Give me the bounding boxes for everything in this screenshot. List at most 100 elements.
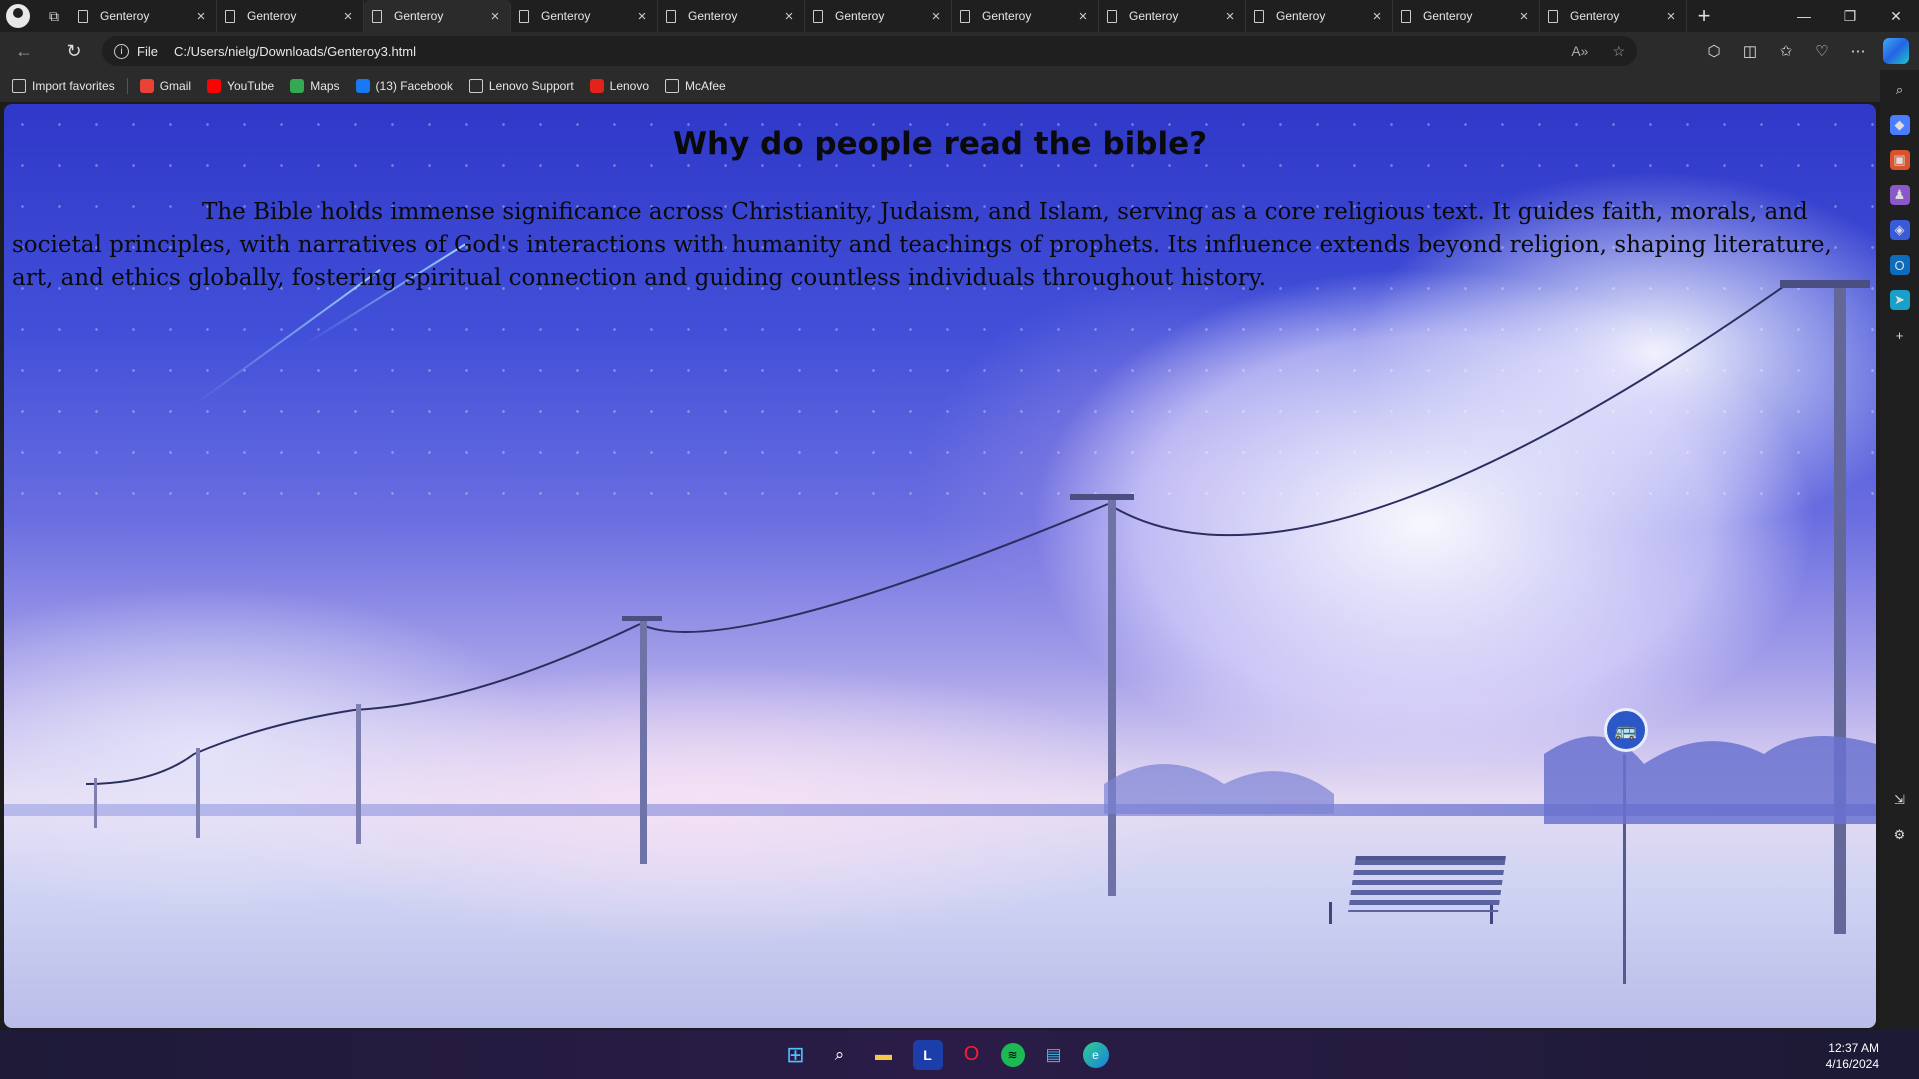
tab-title: Genteroy <box>541 9 591 23</box>
favorite-star-icon[interactable]: ☆ <box>1612 43 1625 60</box>
lenovo-icon <box>589 79 604 93</box>
close-tab-icon[interactable]: × <box>635 8 649 25</box>
page-title: Why do people read the bible? <box>672 126 1208 162</box>
taskbar-apps: ⊞ ⌕ ▬ L O ≋ ▤ e <box>781 1039 1109 1070</box>
outlook-icon[interactable]: O <box>1889 255 1910 275</box>
copilot-sidebar-icon[interactable]: ◈ <box>1889 220 1910 240</box>
notepad-icon[interactable]: ▤ <box>1039 1040 1069 1070</box>
utility-pole <box>196 748 200 838</box>
tab-title: Genteroy <box>1129 9 1179 23</box>
close-tab-icon[interactable]: × <box>488 8 502 25</box>
close-tab-icon[interactable]: × <box>1517 8 1531 25</box>
favorite-item[interactable]: (13) Facebook <box>355 79 453 93</box>
distant-waves <box>1544 736 1876 824</box>
shopping-icon[interactable]: ◆ <box>1889 115 1910 135</box>
windows-taskbar: ⊞ ⌕ ▬ L O ≋ ▤ e <box>0 1030 1919 1079</box>
copilot-icon[interactable] <box>1883 38 1909 64</box>
favorite-item[interactable]: McAfee <box>665 79 726 93</box>
system-clock[interactable]: 12:37 AM 4/16/2024 <box>1826 1040 1879 1072</box>
favorite-item[interactable]: Gmail <box>139 79 191 93</box>
browser-tab[interactable]: Genteroy × <box>364 0 511 32</box>
close-tab-icon[interactable]: × <box>1223 8 1237 25</box>
send-icon[interactable]: ➤ <box>1889 290 1910 310</box>
browser-tab[interactable]: Genteroy × <box>952 0 1099 32</box>
window-controls: — ❐ ✕ <box>1781 0 1919 32</box>
minimize-icon[interactable]: — <box>1781 0 1827 32</box>
file-explorer-icon[interactable]: ▬ <box>869 1040 899 1070</box>
page-icon <box>519 9 529 23</box>
games-icon[interactable]: ♟ <box>1889 185 1910 205</box>
favorite-item[interactable]: Lenovo <box>589 79 649 93</box>
browser-tab[interactable]: Genteroy × <box>1540 0 1687 32</box>
bus-stop-sign-icon: 🚌 <box>1604 708 1648 752</box>
search-icon[interactable]: ⌕ <box>1890 80 1910 100</box>
close-tab-icon[interactable]: × <box>1076 8 1090 25</box>
page-icon <box>1254 9 1264 23</box>
browser-tab[interactable]: Genteroy × <box>70 0 217 32</box>
favorites-icon[interactable]: ✩ <box>1769 36 1803 66</box>
extensions-icon[interactable]: ⬡ <box>1697 36 1731 66</box>
page-icon <box>1401 9 1411 23</box>
favorite-item[interactable]: Maps <box>290 79 340 93</box>
workspaces-icon[interactable]: ⧉ <box>38 0 70 32</box>
read-aloud-icon[interactable]: A» <box>1571 43 1588 60</box>
close-tab-icon[interactable]: × <box>194 8 208 25</box>
toolbar-tools: ⬡ ◫ ✩ ♡ ⋯ <box>1697 32 1909 70</box>
windows-start-icon[interactable]: ⊞ <box>781 1040 811 1070</box>
edge-sidebar: ⌕ ◆ ▣ ♟ ◈ O ➤ + ⇲ ⚙ <box>1880 70 1919 1030</box>
scheme-label: File <box>137 43 158 59</box>
tools-icon[interactable]: ▣ <box>1889 150 1910 170</box>
spotify-icon[interactable]: ≋ <box>1000 1042 1025 1067</box>
close-tab-icon[interactable]: × <box>1664 8 1678 25</box>
youtube-icon <box>207 79 222 93</box>
close-window-icon[interactable]: ✕ <box>1873 0 1919 32</box>
browser-tab[interactable]: Genteroy × <box>1246 0 1393 32</box>
favorite-item[interactable]: Lenovo Support <box>468 79 574 93</box>
search-icon[interactable]: ⌕ <box>825 1040 855 1070</box>
utility-pole <box>1834 284 1846 934</box>
tab-title: Genteroy <box>100 9 150 23</box>
browser-tab[interactable]: Genteroy × <box>1393 0 1540 32</box>
lenovo-app-icon[interactable]: L <box>912 1039 943 1070</box>
back-icon[interactable]: ← <box>6 33 42 69</box>
browser-essentials-icon[interactable]: ♡ <box>1805 36 1839 66</box>
favorite-item[interactable]: YouTube <box>207 79 274 93</box>
restore-icon[interactable]: ❐ <box>1827 0 1873 32</box>
close-tab-icon[interactable]: × <box>929 8 943 25</box>
page-paragraph: The Bible holds immense significance acr… <box>12 199 1832 291</box>
new-tab-button[interactable]: + <box>1687 0 1721 32</box>
hide-sidebar-icon[interactable]: ⇲ <box>1890 790 1910 810</box>
browser-tab[interactable]: Genteroy × <box>1099 0 1246 32</box>
opera-icon[interactable]: O <box>957 1040 987 1070</box>
browser-tab[interactable]: Genteroy × <box>217 0 364 32</box>
browser-tab[interactable]: Genteroy × <box>511 0 658 32</box>
favorite-label: (13) Facebook <box>375 79 453 93</box>
tab-title: Genteroy <box>394 9 444 23</box>
tab-title: Genteroy <box>835 9 885 23</box>
close-tab-icon[interactable]: × <box>782 8 796 25</box>
bench <box>1348 856 1506 912</box>
site-info-icon[interactable]: i <box>114 43 129 59</box>
sidebar-settings-icon[interactable]: ⚙ <box>1890 825 1910 845</box>
browser-tab[interactable]: Genteroy × <box>805 0 952 32</box>
tab-title: Genteroy <box>247 9 297 23</box>
browser-tab[interactable]: Genteroy × <box>658 0 805 32</box>
page-icon <box>1107 9 1117 23</box>
add-sidebar-app-icon[interactable]: + <box>1890 325 1910 345</box>
clock-date: 4/16/2024 <box>1825 1057 1879 1071</box>
more-menu-icon[interactable]: ⋯ <box>1841 36 1875 66</box>
favorite-item[interactable]: Import favorites <box>12 79 115 93</box>
url-text[interactable]: C:/Users/nielg/Downloads/Genteroy3.html <box>174 44 416 59</box>
tab-strip: Genteroy × Genteroy × Genteroy × Genteroy × Gent… <box>70 0 1687 32</box>
refresh-icon[interactable]: ↻ <box>56 33 92 69</box>
address-bar[interactable]: i File C:/Users/nielg/Downloads/Genteroy… <box>102 36 1637 66</box>
close-tab-icon[interactable]: × <box>1370 8 1384 25</box>
close-tab-icon[interactable]: × <box>341 8 355 25</box>
edge-icon[interactable]: e <box>1082 1041 1109 1068</box>
browser-toolbar: ← ↻ i File C:/Users/nielg/Downloads/Gent… <box>0 32 1919 70</box>
address-actions: A» ☆ <box>1571 43 1625 60</box>
profile-icon[interactable] <box>6 4 30 28</box>
split-screen-icon[interactable]: ◫ <box>1733 36 1767 66</box>
pole-crossbar <box>622 616 662 621</box>
import-icon <box>12 79 26 93</box>
